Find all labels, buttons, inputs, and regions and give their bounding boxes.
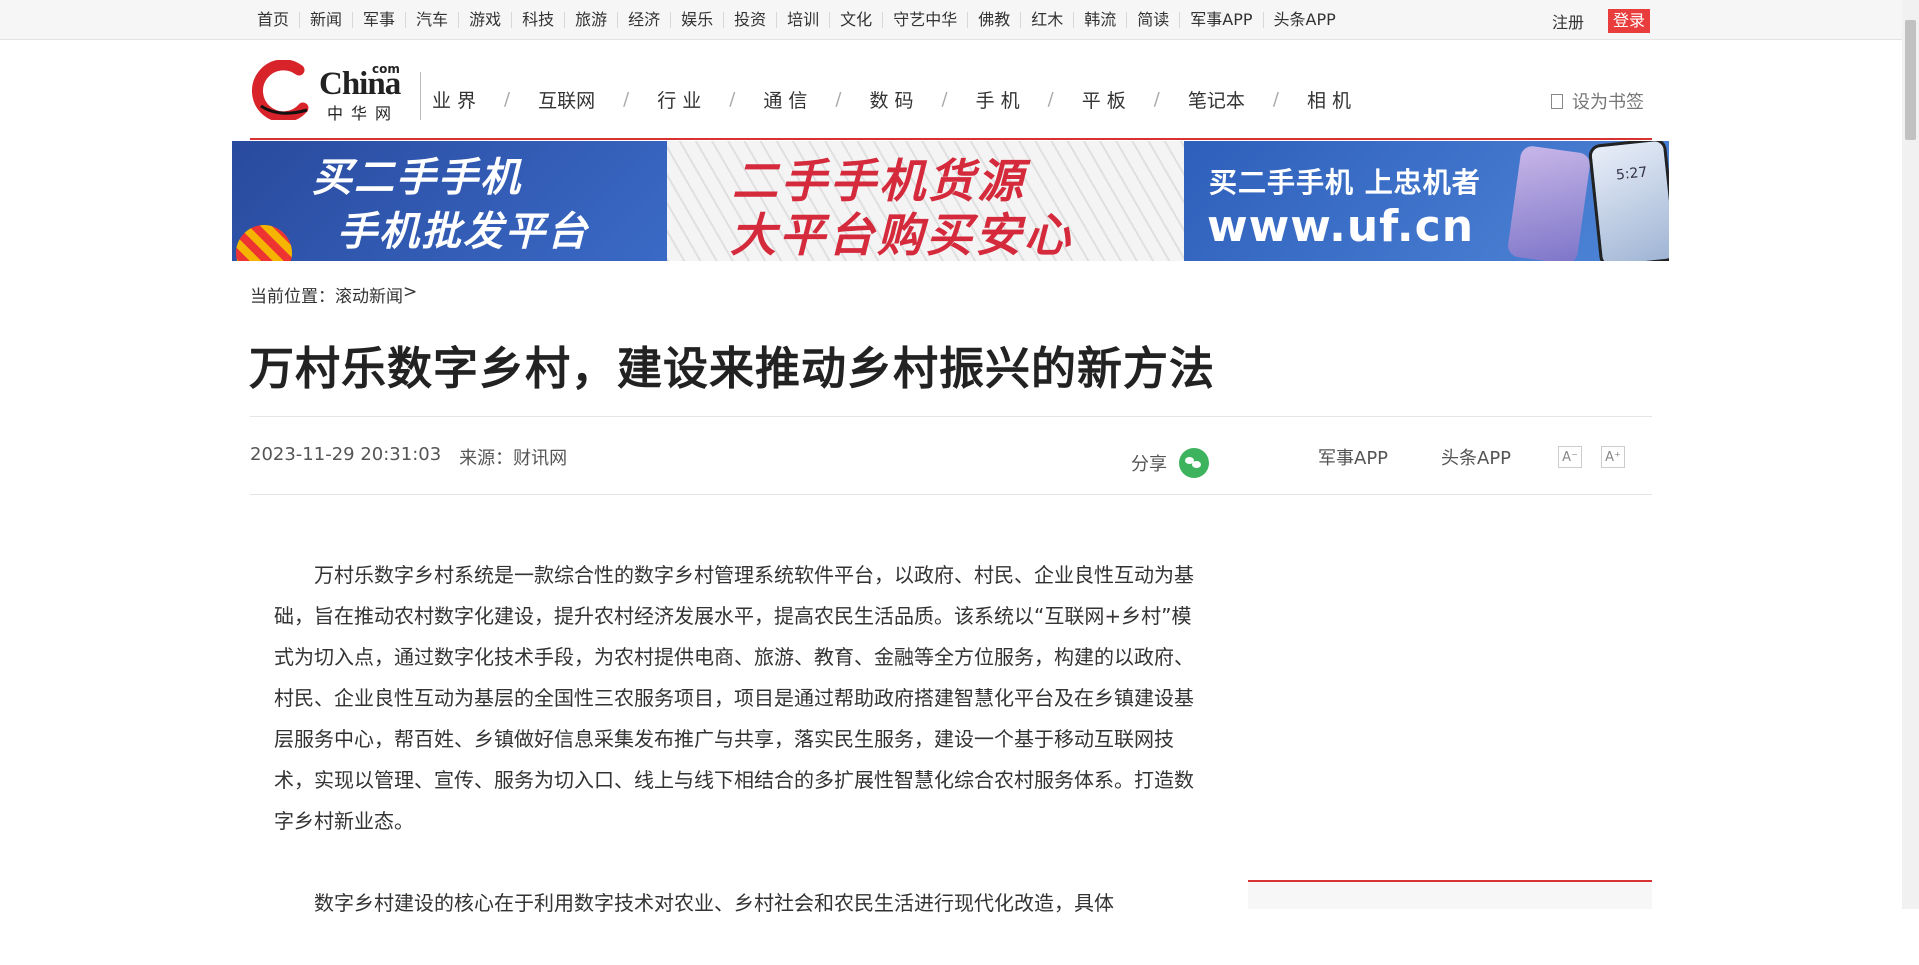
channel-laptop[interactable]: 笔记本 — [1188, 86, 1245, 113]
top-nav-culture[interactable]: 文化 — [829, 11, 882, 28]
article-title: 万村乐数字乡村，建设来推动乡村振兴的新方法 — [249, 342, 1216, 395]
banner-right-line1: 买二手手机 上忠机者 — [1209, 166, 1481, 199]
nav-separator: / — [835, 89, 842, 110]
top-nav-headline-app[interactable]: 头条APP — [1262, 11, 1346, 28]
nav-separator: / — [941, 89, 948, 110]
share-label: 分享 — [1131, 454, 1167, 475]
top-nav-travel[interactable]: 旅游 — [564, 11, 617, 28]
font-increase-button[interactable]: A⁺ — [1601, 446, 1625, 468]
register-link[interactable]: 注册 — [1552, 9, 1584, 33]
channel-digital[interactable]: 数 码 — [869, 86, 913, 113]
banner-phone-time: 5:27 — [1615, 164, 1649, 184]
channel-telecom[interactable]: 通 信 — [763, 86, 807, 113]
top-nav-korean-wave[interactable]: 韩流 — [1073, 11, 1126, 28]
top-nav-tech[interactable]: 科技 — [511, 11, 564, 28]
top-nav-heritage[interactable]: 守艺中华 — [882, 11, 967, 28]
meta-divider — [250, 494, 1652, 495]
scrollbar-thumb[interactable] — [1905, 20, 1916, 140]
logo-text-cn: 中华网 — [327, 104, 400, 123]
nav-separator: / — [729, 89, 736, 110]
top-nav-buddhism[interactable]: 佛教 — [967, 11, 1020, 28]
nav-separator: / — [1272, 89, 1279, 110]
title-divider — [250, 416, 1652, 417]
bookmark-link[interactable]: 设为书签 — [1551, 88, 1644, 114]
bookmark-icon — [1551, 93, 1563, 109]
article-paragraph: 数字乡村建设的核心在于利用数字技术对农业、乡村社会和农民生活进行现代化改造，具体 — [314, 891, 1114, 915]
banner-right-line2: www.uf.cn — [1207, 201, 1475, 252]
channel-sector[interactable]: 行 业 — [657, 86, 701, 113]
article-paragraph: 万村乐数字乡村系统是一款综合性的数字乡村管理系统软件平台，以政府、村民、企业良性… — [274, 563, 1194, 833]
breadcrumb: 当前位置： 滚动新闻 > — [250, 282, 417, 307]
channel-industry[interactable]: 业 界 — [432, 86, 476, 113]
top-nav-entertainment[interactable]: 娱乐 — [670, 11, 723, 28]
logo-text-com: com — [372, 62, 400, 76]
logo-c-icon — [251, 60, 309, 120]
top-nav-brief-read[interactable]: 简读 — [1126, 11, 1179, 28]
page-scrollbar[interactable] — [1902, 0, 1919, 909]
article-meta: 2023-11-29 20:31:03 来源：财讯网 — [250, 444, 567, 470]
top-nav-investment[interactable]: 投资 — [723, 11, 776, 28]
top-nav-military-app[interactable]: 军事APP — [1179, 11, 1262, 28]
article-datetime: 2023-11-29 20:31:03 — [250, 444, 442, 465]
top-nav-military[interactable]: 军事 — [352, 11, 405, 28]
nav-separator: / — [504, 89, 511, 110]
wechat-share-icon[interactable] — [1179, 448, 1209, 478]
military-app-link[interactable]: 军事APP — [1318, 444, 1388, 470]
banner-left-line2: 手机批发平台 — [337, 209, 589, 255]
header-red-line — [250, 138, 1652, 140]
top-nav-home[interactable]: 首页 — [247, 11, 299, 28]
article-source: 来源：财讯网 — [459, 448, 568, 469]
nav-separator: / — [1153, 89, 1160, 110]
font-decrease-button[interactable]: A⁻ — [1558, 446, 1582, 468]
login-button[interactable]: 登录 — [1608, 9, 1651, 33]
account-links: 注册 登录 — [1552, 9, 1651, 33]
logo-divider — [420, 72, 421, 120]
top-bar: 首页 新闻 军事 汽车 游戏 科技 旅游 经济 娱乐 投资 培训 文化 守艺中华… — [0, 0, 1919, 40]
channel-tablet[interactable]: 平 板 — [1082, 86, 1126, 113]
channel-camera[interactable]: 相 机 — [1307, 86, 1351, 113]
bookmark-label: 设为书签 — [1572, 92, 1644, 113]
breadcrumb-prefix: 当前位置： — [250, 287, 335, 307]
top-nav-games[interactable]: 游戏 — [458, 11, 511, 28]
nav-separator: / — [1047, 89, 1054, 110]
share-area: 分享 — [1131, 448, 1209, 478]
headline-app-link[interactable]: 头条APP — [1441, 444, 1511, 470]
channel-internet[interactable]: 互联网 — [538, 86, 595, 113]
site-logo[interactable]: China com 中华网 — [249, 58, 409, 124]
top-nav-news[interactable]: 新闻 — [299, 11, 352, 28]
breadcrumb-link-rolling-news[interactable]: 滚动新闻 — [335, 282, 403, 307]
top-nav-rosewood[interactable]: 红木 — [1020, 11, 1073, 28]
banner-phone-graphic — [1506, 144, 1592, 261]
nav-separator: / — [623, 89, 630, 110]
sidebar-panel — [1248, 882, 1652, 909]
top-nav: 首页 新闻 军事 汽车 游戏 科技 旅游 经济 娱乐 投资 培训 文化 守艺中华… — [247, 0, 1346, 39]
top-nav-training[interactable]: 培训 — [776, 11, 829, 28]
top-nav-economy[interactable]: 经济 — [617, 11, 670, 28]
banner-ad[interactable]: 买二手手机 手机批发平台 二手手机货源 大平台购买安心 买二手手机 上忠机者 w… — [232, 141, 1669, 261]
banner-mid-line2: 大平台购买安心 — [730, 208, 1073, 261]
top-nav-auto[interactable]: 汽车 — [405, 11, 458, 28]
breadcrumb-suffix: > — [403, 282, 418, 302]
banner-left-line1: 买二手手机 — [312, 155, 522, 201]
channel-mobile[interactable]: 手 机 — [976, 86, 1020, 113]
article-body: 万村乐数字乡村系统是一款综合性的数字乡村管理系统软件平台，以政府、村民、企业良性… — [274, 555, 1194, 965]
banner-phone-graphic: 5:27 — [1587, 141, 1669, 261]
channel-nav: 业 界 / 互联网 / 行 业 / 通 信 / 数 码 / 手 机 / 平 板 … — [432, 86, 1351, 113]
